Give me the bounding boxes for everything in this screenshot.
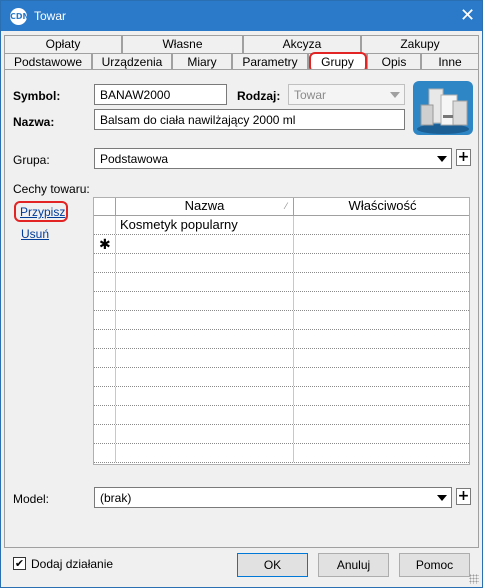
cell-nazwa[interactable] [116,444,294,462]
cell-wlasciwosc[interactable] [294,425,469,443]
cell-nazwa[interactable] [116,292,294,310]
cell-wlasciwosc[interactable] [294,273,469,291]
cell-wlasciwosc[interactable] [294,311,469,329]
table-row-empty[interactable] [94,368,469,387]
close-button[interactable]: ✕ [453,1,482,31]
window-title: Towar [34,9,67,23]
chevron-down-icon [437,156,447,162]
table-row-empty[interactable] [94,273,469,292]
model-value: (brak) [100,491,132,505]
row-indicator [94,254,116,272]
cell-nazwa[interactable] [116,368,294,386]
cell-wlasciwosc[interactable] [294,349,469,367]
cell-nazwa[interactable] [116,349,294,367]
cell-wlasciwosc[interactable] [294,368,469,386]
grid-header: Nazwa ⁄ Właściwość [94,198,469,216]
tab-wlasne[interactable]: Własne [122,35,243,53]
column-header-nazwa[interactable]: Nazwa ⁄ [116,198,294,215]
chevron-down-icon [390,92,400,98]
row-indicator [94,425,116,443]
towar-window: CDN Towar ✕ Opłaty Własne Akcyza Zakupy … [0,0,483,588]
cell-wlasciwosc[interactable] [294,216,469,234]
row-indicator: ✱ [94,235,116,253]
tab-oplaty[interactable]: Opłaty [4,35,122,53]
row-indicator [94,311,116,329]
row-indicator [94,330,116,348]
rodzaj-label: Rodzaj: [237,89,281,103]
table-row-empty[interactable] [94,444,469,463]
tab-zakupy[interactable]: Zakupy [361,35,479,53]
new-row-icon: ✱ [99,237,111,253]
table-row-empty[interactable] [94,387,469,406]
row-indicator [94,349,116,367]
row-indicator [94,444,116,462]
cechy-grid[interactable]: Nazwa ⁄ Właściwość Kosmetyk popularny ✱ [93,197,470,465]
nazwa-field[interactable]: Balsam do ciała nawilżający 2000 ml [94,109,405,130]
cell-nazwa[interactable] [116,273,294,291]
table-row-empty[interactable] [94,406,469,425]
column-header-wlasciwosc[interactable]: Właściwość [294,198,469,215]
cell-wlasciwosc[interactable] [294,254,469,272]
grupa-label: Grupa: [13,153,50,167]
table-row-empty[interactable] [94,311,469,330]
row-indicator [94,368,116,386]
row-indicator [94,292,116,310]
cell-wlasciwosc[interactable] [294,444,469,462]
dodaj-dzialanie-checkbox[interactable]: ✔ [13,557,26,570]
symbol-field[interactable]: BANAW2000 [94,84,227,105]
table-row-new[interactable]: ✱ [94,235,469,254]
symbol-label: Symbol: [13,89,61,103]
cell-nazwa[interactable]: Kosmetyk popularny [116,216,294,234]
product-image[interactable] [413,81,473,135]
row-indicator [94,387,116,405]
nazwa-label: Nazwa: [13,115,55,129]
cell-nazwa[interactable] [116,406,294,424]
table-row-empty[interactable] [94,292,469,311]
row-indicator [94,273,116,291]
add-grupa-button[interactable]: + [456,149,471,166]
table-row-empty[interactable] [94,349,469,368]
dodaj-dzialanie-label: Dodaj działanie [31,557,114,571]
row-indicator-header [94,198,116,215]
sort-icon: ⁄ [285,201,287,211]
cell-nazwa[interactable] [116,311,294,329]
cell-nazwa[interactable] [116,254,294,272]
add-model-button[interactable]: + [456,488,471,505]
table-row-empty[interactable] [94,425,469,444]
cell-wlasciwosc[interactable] [294,387,469,405]
row-indicator [94,216,116,234]
chevron-down-icon [437,495,447,501]
cechy-towaru-label: Cechy towaru: [13,182,90,196]
resize-grip-icon[interactable] [469,574,479,584]
grupa-select[interactable]: Podstawowa [94,148,452,169]
usun-link[interactable]: Usuń [21,227,49,241]
table-row-empty[interactable] [94,330,469,349]
help-button[interactable]: Pomoc [399,553,470,577]
model-label: Model: [13,492,50,506]
row-indicator [94,406,116,424]
column-header-nazwa-label: Nazwa [184,198,225,213]
cell-wlasciwosc[interactable] [294,406,469,424]
rodzaj-value: Towar [294,88,327,102]
grupa-value: Podstawowa [100,152,169,166]
table-row-empty[interactable] [94,254,469,273]
comarch-optima-icon: CDN [10,8,29,25]
cell-nazwa[interactable] [116,330,294,348]
przypisz-link[interactable]: Przypisz [20,205,65,219]
model-select[interactable]: (brak) [94,487,452,508]
cell-nazwa[interactable] [116,387,294,405]
cancel-button[interactable]: Anuluj [318,553,389,577]
ok-button[interactable]: OK [237,553,308,577]
tab-akcyza[interactable]: Akcyza [243,35,361,53]
cell-nazwa[interactable] [116,235,294,253]
rodzaj-select: Towar [288,84,405,105]
cell-nazwa[interactable] [116,425,294,443]
cell-wlasciwosc[interactable] [294,235,469,253]
cell-wlasciwosc[interactable] [294,292,469,310]
table-row[interactable]: Kosmetyk popularny [94,216,469,235]
title-bar[interactable]: CDN Towar ✕ [1,1,482,31]
cell-wlasciwosc[interactable] [294,330,469,348]
